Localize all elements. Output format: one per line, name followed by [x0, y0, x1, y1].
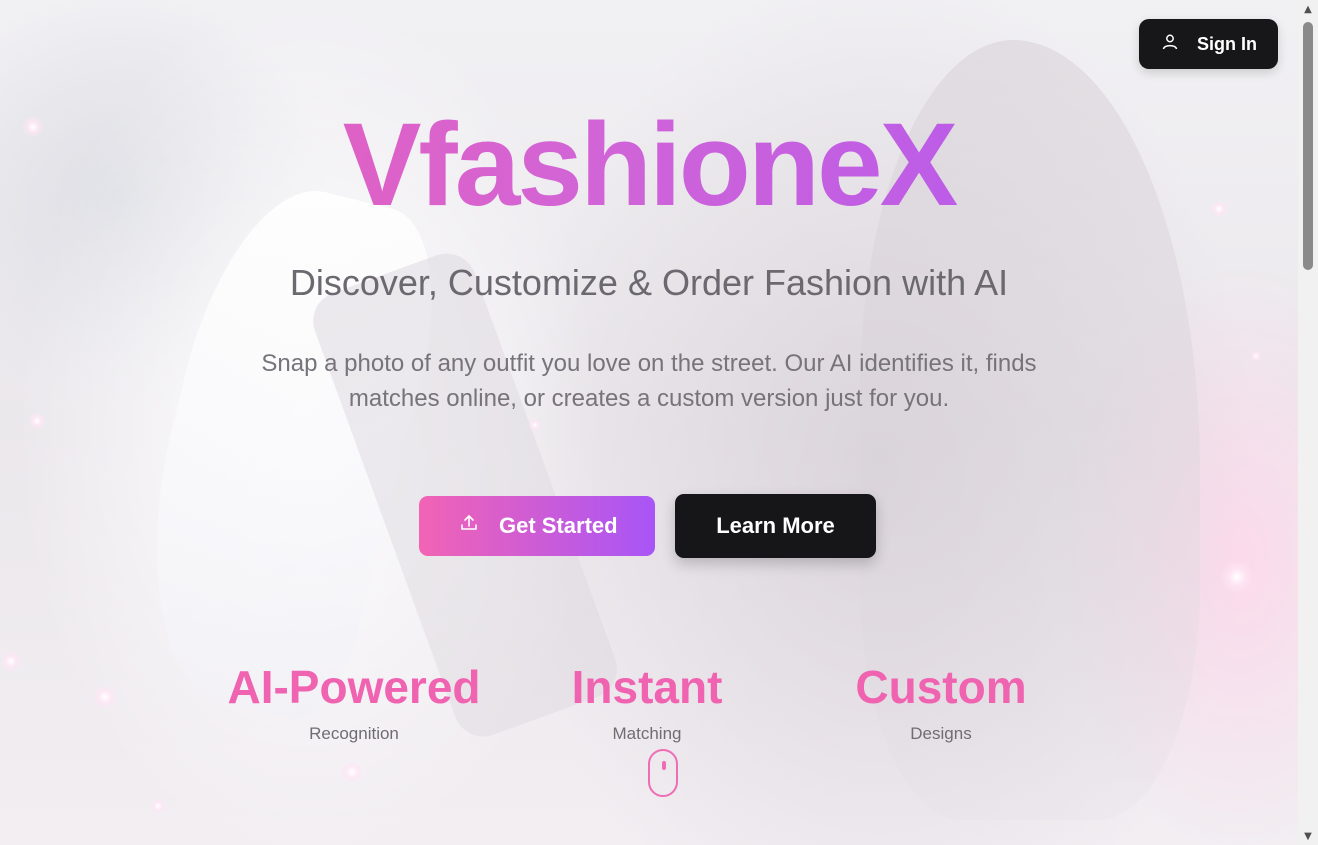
sparkle-decoration: [150, 798, 166, 814]
sparkle-decoration: [528, 418, 542, 432]
page-scrollbar[interactable]: ▲ ▼: [1298, 0, 1318, 845]
scroll-up-arrow-icon[interactable]: ▲: [1298, 0, 1318, 18]
sparkle-decoration: [340, 760, 364, 784]
scrollbar-thumb[interactable]: [1303, 22, 1313, 270]
hero-tagline: Discover, Customize & Order Fashion with…: [289, 262, 1009, 303]
background-shirt-collar: [110, 169, 460, 731]
mouse-wheel: [662, 761, 666, 770]
stat-ai-powered: AI-Powered Recognition: [224, 660, 484, 744]
sign-in-label: Sign In: [1197, 33, 1257, 54]
learn-more-button[interactable]: Learn More: [675, 494, 876, 558]
upload-icon: [459, 513, 479, 539]
sparkle-decoration: [0, 650, 22, 672]
hero-section: Sign In VfashioneX Discover, Customize &…: [0, 0, 1298, 845]
scroll-down-arrow-icon[interactable]: ▼: [1298, 827, 1318, 845]
hero-description: Snap a photo of any outfit you love on t…: [261, 350, 1037, 412]
learn-more-label: Learn More: [716, 513, 835, 538]
get-started-button[interactable]: Get Started: [419, 496, 655, 556]
stat-value: Instant: [571, 661, 723, 713]
stat-value: AI-Powered: [227, 661, 481, 713]
get-started-label: Get Started: [499, 513, 618, 538]
stat-custom: Custom Designs: [826, 660, 1056, 744]
sparkle-decoration: [28, 412, 46, 430]
stat-label: Designs: [910, 724, 972, 743]
stat-value: Custom: [855, 661, 1027, 713]
user-icon: [1161, 33, 1179, 56]
brand-title: VfashioneX: [0, 98, 1298, 234]
sparkle-decoration: [1250, 350, 1262, 362]
sparkle-decoration: [1220, 560, 1254, 594]
stat-label: Recognition: [309, 724, 399, 743]
sparkle-decoration: [92, 684, 118, 710]
mouse-scroll-icon[interactable]: [648, 749, 678, 797]
stat-label: Matching: [612, 724, 682, 743]
stat-instant: Instant Matching: [532, 660, 762, 744]
sign-in-button[interactable]: Sign In: [1139, 19, 1278, 69]
